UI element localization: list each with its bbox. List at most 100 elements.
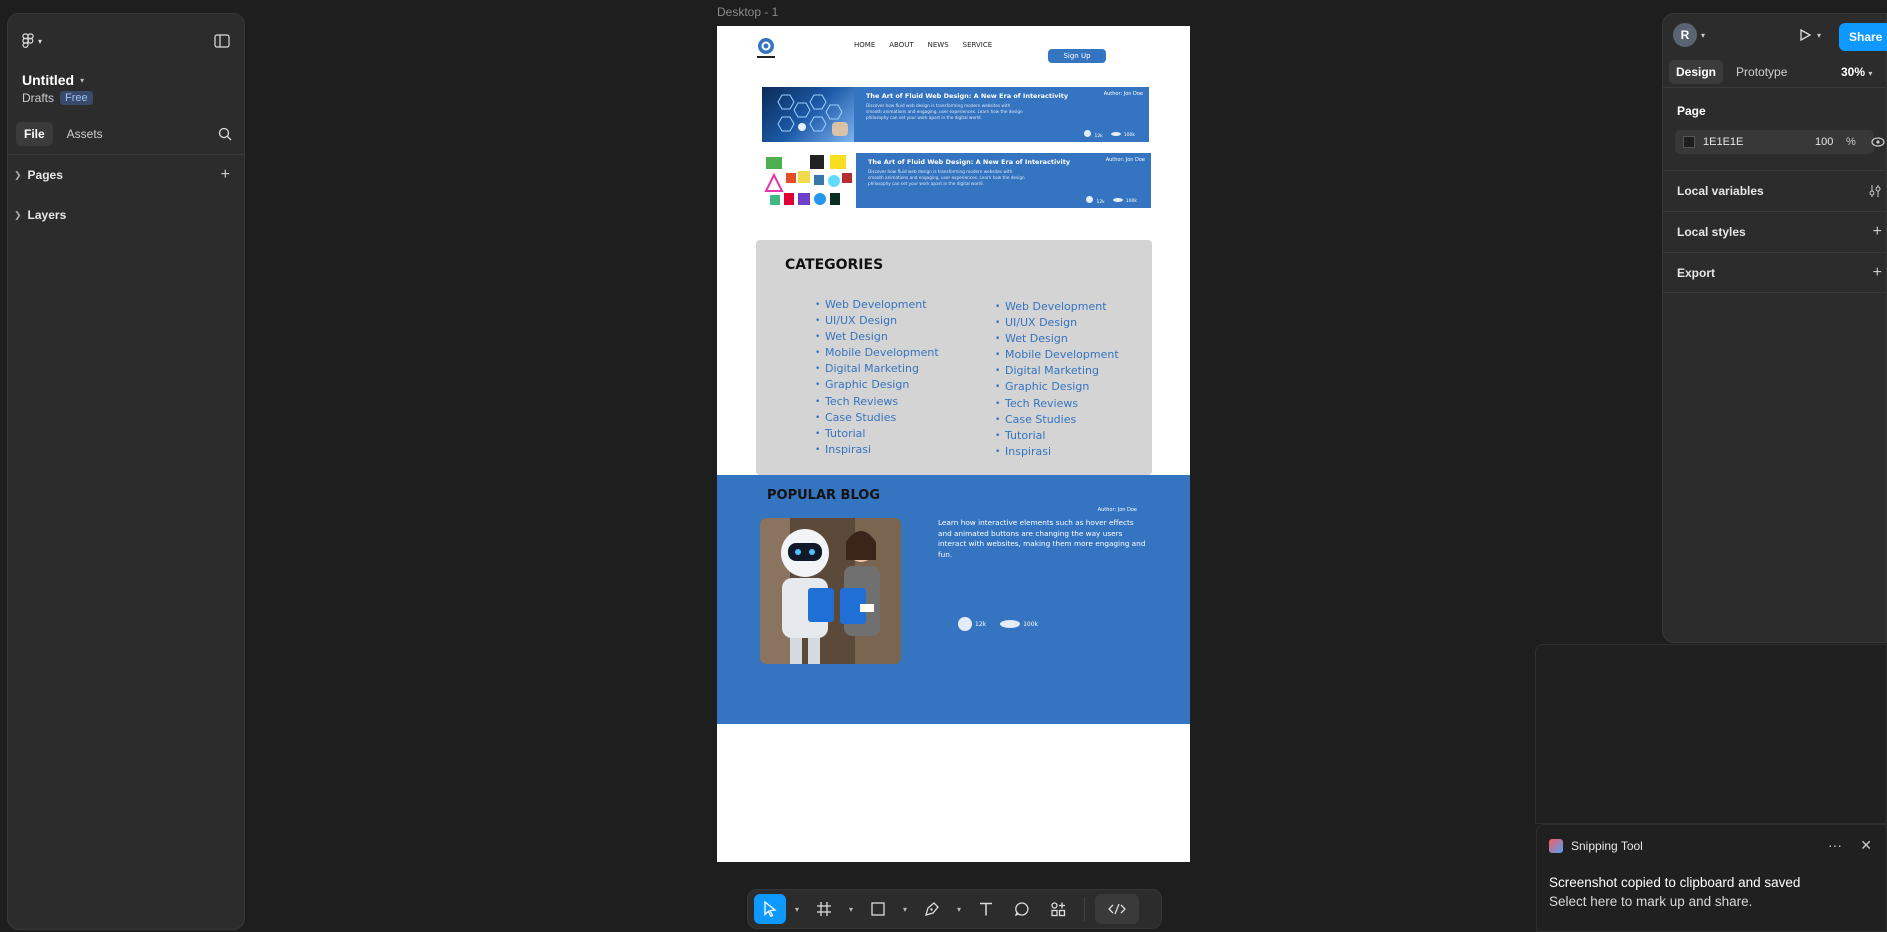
file-location: Drafts Free	[8, 88, 244, 108]
toggle-sidebar-icon[interactable]	[214, 34, 230, 48]
tab-prototype[interactable]: Prototype	[1729, 60, 1794, 84]
add-export-icon[interactable]: +	[1873, 264, 1882, 282]
eye-icon[interactable]	[1871, 137, 1885, 147]
comment-icon	[1084, 130, 1092, 137]
category-item[interactable]: Graphic Design	[995, 379, 1119, 395]
notification-subtitle: Select here to mark up and share.	[1549, 894, 1753, 909]
share-button[interactable]: Share	[1839, 23, 1887, 51]
comment-count: 12k	[1096, 200, 1105, 205]
card-author: Author: Jon Doe	[1105, 157, 1145, 163]
nav-about[interactable]: ABOUT	[889, 41, 913, 49]
notification-preview[interactable]	[1535, 644, 1887, 824]
chevron-down-icon[interactable]: ▾	[790, 905, 804, 914]
dev-mode-button[interactable]	[1095, 894, 1139, 924]
blog-card[interactable]: The Art of Fluid Web Design: A New Era o…	[762, 87, 1149, 142]
category-item[interactable]: Case Studies	[815, 410, 939, 426]
category-item[interactable]: Graphic Design	[815, 377, 939, 393]
view-count: 100k	[1023, 620, 1039, 628]
layers-section[interactable]: ❯ Layers	[8, 195, 244, 235]
page-color-value[interactable]: 1E1E1E	[1703, 136, 1743, 148]
page-opacity-value[interactable]: 100	[1815, 136, 1833, 148]
category-item[interactable]: Mobile Development	[995, 347, 1119, 363]
nav-home[interactable]: HOME	[854, 41, 875, 49]
category-item[interactable]: Inspirasi	[995, 444, 1119, 460]
nav-service[interactable]: SERVICE	[963, 41, 993, 49]
notification-title: Screenshot copied to clipboard and saved	[1549, 875, 1801, 890]
comment-tool-button[interactable]	[1006, 894, 1038, 924]
tab-assets[interactable]: Assets	[59, 122, 111, 146]
category-item[interactable]: Web Development	[995, 299, 1119, 315]
pen-icon	[925, 902, 939, 916]
site-menu: HOME ABOUT NEWS SERVICE	[854, 41, 992, 49]
chevron-down-icon[interactable]: ▾	[1701, 31, 1705, 40]
frame-tool-button[interactable]	[808, 894, 840, 924]
export-row[interactable]: Export +	[1663, 252, 1886, 293]
snipping-tool-icon	[1549, 839, 1563, 853]
text-tool-button[interactable]	[970, 894, 1002, 924]
category-item[interactable]: Web Development	[815, 297, 939, 313]
popular-blog-title: POPULAR BLOG	[767, 488, 880, 503]
chevron-down-icon[interactable]: ▾	[952, 905, 966, 914]
category-item[interactable]: Case Studies	[995, 412, 1119, 428]
card-views: 100k	[1110, 131, 1135, 138]
nav-news[interactable]: NEWS	[928, 41, 949, 49]
category-item[interactable]: UI/UX Design	[815, 313, 939, 329]
add-style-icon[interactable]: +	[1873, 223, 1882, 241]
tech-logos-image	[764, 155, 852, 205]
page-color-field[interactable]: 1E1E1E 100 %	[1675, 130, 1885, 154]
comment-count: 12k	[975, 620, 987, 628]
category-item[interactable]: Digital Marketing	[815, 361, 939, 377]
present-button[interactable]: ▾	[1798, 28, 1821, 42]
chevron-down-icon[interactable]: ▾	[898, 905, 912, 914]
more-options-icon[interactable]: ···	[1828, 837, 1842, 853]
right-panel-header: R ▾ ▾ Share	[1663, 14, 1887, 56]
tab-file[interactable]: File	[16, 122, 53, 146]
local-styles-row[interactable]: Local styles +	[1663, 211, 1886, 252]
add-page-icon[interactable]: +	[221, 166, 230, 184]
eye-icon	[1112, 197, 1123, 202]
category-item[interactable]: UI/UX Design	[995, 315, 1119, 331]
category-item[interactable]: Wet Design	[995, 331, 1119, 347]
local-variables-row[interactable]: Local variables	[1663, 170, 1886, 211]
notification-app-name: Snipping Tool	[1571, 839, 1643, 853]
card-comments: 12k	[1086, 196, 1105, 205]
variables-icon[interactable]	[1868, 184, 1882, 198]
category-item[interactable]: Tutorial	[995, 428, 1119, 444]
category-item[interactable]: Tech Reviews	[815, 394, 939, 410]
category-item[interactable]: Digital Marketing	[995, 363, 1119, 379]
plan-badge: Free	[60, 91, 93, 105]
tab-design[interactable]: Design	[1669, 59, 1724, 84]
category-item[interactable]: Mobile Development	[815, 345, 939, 361]
shape-tool-button[interactable]	[862, 894, 894, 924]
actions-button[interactable]	[1042, 894, 1074, 924]
drafts-label[interactable]: Drafts	[22, 91, 54, 105]
card-title: The Art of Fluid Web Design: A New Era o…	[866, 92, 1069, 100]
main-menu-button[interactable]: ▾	[22, 33, 42, 49]
zoom-dropdown[interactable]: 30% ▾	[1841, 65, 1872, 79]
category-item[interactable]: Tech Reviews	[995, 396, 1119, 412]
popular-blog-stats: 12k 100k	[958, 617, 1038, 631]
file-name-button[interactable]: Untitled ▾	[8, 54, 244, 88]
signup-button[interactable]: Sign Up	[1048, 49, 1106, 63]
card-title: The Art of Fluid Web Design: A New Era o…	[868, 158, 1071, 166]
category-item[interactable]: Inspirasi	[815, 442, 939, 458]
pages-section[interactable]: ❯ Pages +	[8, 155, 244, 195]
right-panel-tabs: Design Prototype 30% ▾	[1663, 56, 1886, 88]
color-swatch[interactable]	[1683, 136, 1695, 148]
avatar[interactable]: R	[1673, 23, 1697, 47]
category-item[interactable]: Tutorial	[815, 426, 939, 442]
frame-label[interactable]: Desktop - 1	[717, 5, 778, 19]
close-icon[interactable]: ✕	[1860, 837, 1872, 854]
card-description: Discover how fluid web design is transfo…	[868, 169, 1025, 186]
popular-blog-section[interactable]: POPULAR BLOG Author: Jon Doe Learn how i…	[717, 475, 1190, 724]
categories-section[interactable]: CATEGORIES Web Development UI/UX Design …	[756, 240, 1152, 475]
category-item[interactable]: Wet Design	[815, 329, 939, 345]
pen-tool-button[interactable]	[916, 894, 948, 924]
card-author: Author: Jon Doe	[1103, 91, 1143, 97]
move-tool-button[interactable]	[754, 894, 786, 924]
desktop-frame[interactable]: HOME ABOUT NEWS SERVICE Sign Up The Art …	[717, 26, 1190, 862]
search-icon[interactable]	[218, 127, 232, 141]
chevron-down-icon[interactable]: ▾	[844, 905, 858, 914]
blog-card[interactable]: The Art of Fluid Web Design: A New Era o…	[762, 153, 1151, 208]
snipping-tool-notification[interactable]: Snipping Tool ··· ✕ Screenshot copied to…	[1536, 824, 1887, 932]
